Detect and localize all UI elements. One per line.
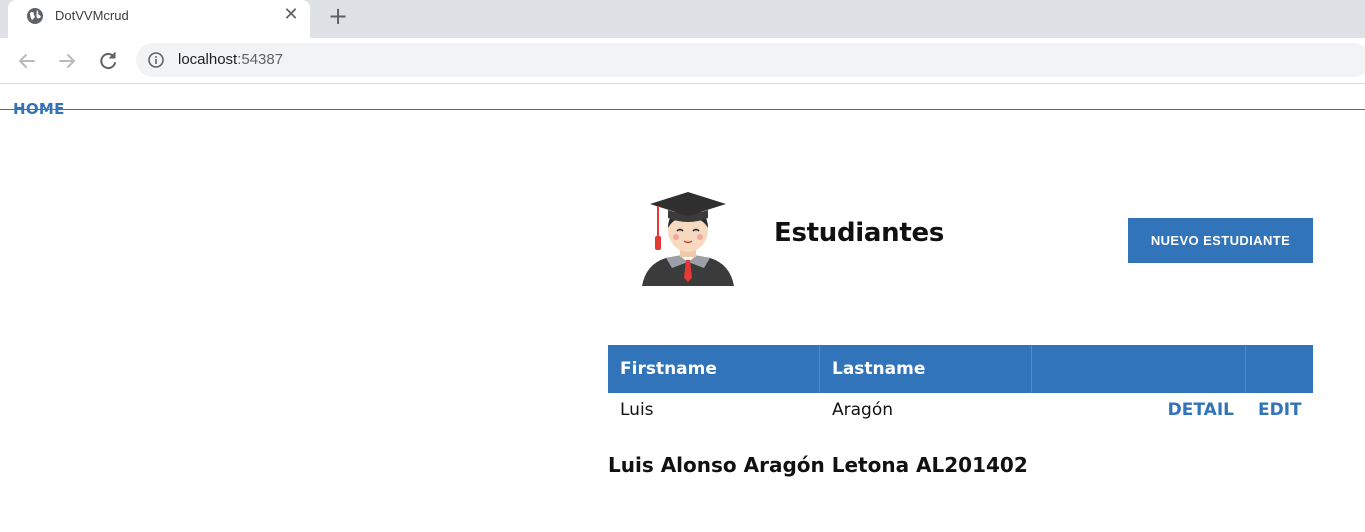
students-table: Firstname Lastname Luis Aragón DETAIL ED… <box>608 345 1313 428</box>
cell-firstname: Luis <box>620 400 654 420</box>
table-row: Luis Aragón DETAIL EDIT <box>608 393 1313 428</box>
back-arrow-icon[interactable] <box>13 47 41 75</box>
home-link[interactable]: HOME <box>13 100 65 118</box>
column-header-firstname: Firstname <box>608 345 820 393</box>
graduate-avatar-icon <box>642 192 734 286</box>
detail-link[interactable]: DETAIL <box>1168 400 1234 420</box>
cell-detail: DETAIL <box>1032 393 1246 428</box>
globe-icon <box>27 8 43 24</box>
tab-title: DotVVMcrud <box>55 8 129 23</box>
browser-toolbar: localhost:54387 <box>0 38 1365 84</box>
cell-edit: EDIT <box>1246 393 1313 428</box>
address-bar[interactable]: localhost:54387 <box>136 43 1365 77</box>
url-host: localhost <box>178 51 238 68</box>
browser-tab[interactable]: DotVVMcrud ✕ <box>8 0 310 38</box>
forward-arrow-icon[interactable] <box>53 47 81 75</box>
cell-lastname: Aragón <box>832 400 894 420</box>
new-student-button[interactable]: NUEVO ESTUDIANTE <box>1128 218 1313 263</box>
column-header-lastname: Lastname <box>820 345 1032 393</box>
column-header-edit <box>1246 345 1313 393</box>
page-title: Estudiantes <box>774 218 944 248</box>
url-text: localhost:54387 <box>178 51 283 68</box>
reload-icon[interactable] <box>94 47 122 75</box>
url-port: :54387 <box>237 51 284 68</box>
plus-icon[interactable]: + <box>326 4 350 28</box>
column-header-detail <box>1032 345 1246 393</box>
browser-tabstrip: DotVVMcrud ✕ + <box>0 0 1365 38</box>
info-icon[interactable] <box>148 52 164 68</box>
close-icon[interactable]: ✕ <box>281 5 301 25</box>
edit-link[interactable]: EDIT <box>1258 400 1302 420</box>
nav-divider <box>0 109 1365 110</box>
table-header: Firstname Lastname <box>608 345 1313 393</box>
student-detail-text: Luis Alonso Aragón Letona AL201402 <box>608 453 1028 477</box>
